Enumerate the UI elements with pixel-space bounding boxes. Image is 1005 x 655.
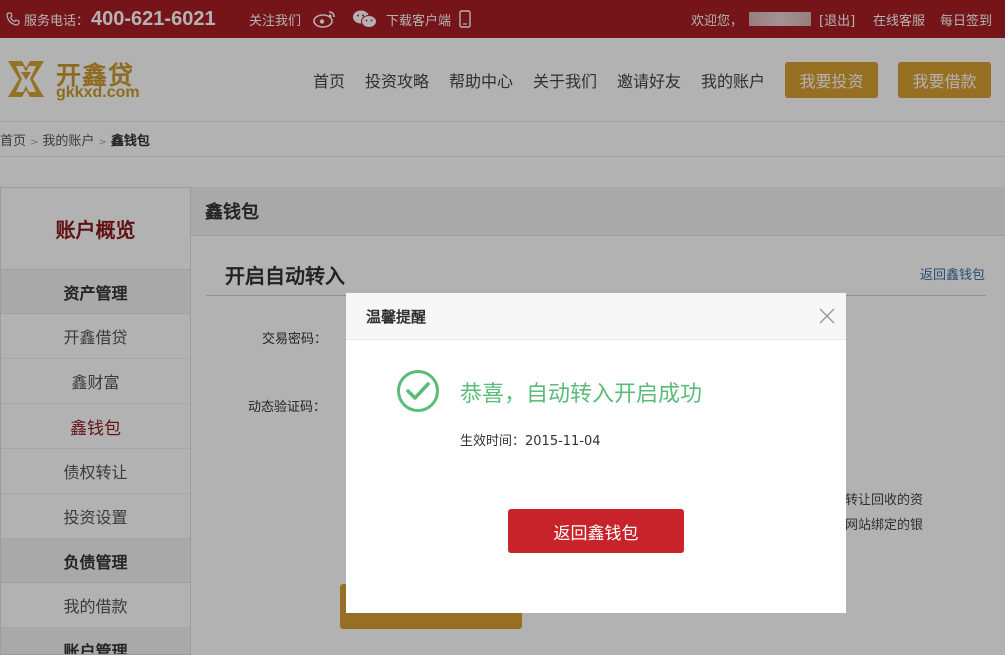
success-dialog: 温馨提醒 恭喜，自动转入开启成功 生效时间：2015-11-04 返回鑫钱包 [346,293,846,613]
effective-time: 生效时间：2015-11-04 [460,434,601,449]
dialog-title: 温馨提醒 [346,293,846,340]
success-message: 恭喜，自动转入开启成功 [460,382,703,407]
return-wallet-button[interactable]: 返回鑫钱包 [508,509,684,553]
check-circle-icon [397,370,439,412]
close-icon[interactable] [818,307,836,325]
